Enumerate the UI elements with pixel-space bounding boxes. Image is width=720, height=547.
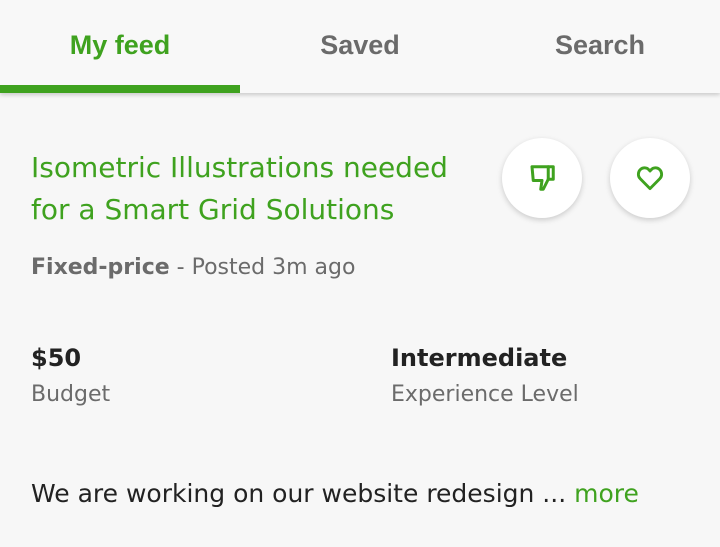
more-link[interactable]: more xyxy=(574,479,639,508)
job-type: Fixed-price xyxy=(31,255,170,280)
budget-value: $50 xyxy=(31,344,82,372)
job-title-line: for a Smart Grid Solutions xyxy=(31,193,395,226)
active-tab-indicator xyxy=(0,85,240,93)
tab-label: My feed xyxy=(69,30,171,60)
posted-time: - Posted 3m ago xyxy=(169,255,356,280)
tab-label: Saved xyxy=(320,30,400,60)
save-job-button[interactable] xyxy=(610,138,690,218)
job-title[interactable]: Isometric Illustrations needed for a Sma… xyxy=(31,147,491,231)
experience-level-stat: Intermediate Experience Level xyxy=(391,343,579,409)
experience-level-value: Intermediate xyxy=(391,344,568,372)
job-description: We are working on our website redesign .… xyxy=(31,479,701,508)
tab-label: Search xyxy=(554,30,646,60)
tab-bar: My feed Saved Search xyxy=(0,0,720,93)
experience-level-label: Experience Level xyxy=(391,382,579,407)
dislike-button[interactable] xyxy=(502,138,582,218)
thumbs-down-icon xyxy=(527,163,557,193)
job-meta: Fixed-price - Posted 3m ago xyxy=(31,255,355,280)
tab-search[interactable]: Search xyxy=(480,0,720,93)
tab-saved[interactable]: Saved xyxy=(240,0,480,93)
heart-icon xyxy=(635,163,665,193)
tab-my-feed[interactable]: My feed xyxy=(0,0,240,93)
budget-label: Budget xyxy=(31,382,111,407)
job-card: Isometric Illustrations needed for a Sma… xyxy=(0,93,720,547)
budget-stat: $50 Budget xyxy=(31,343,110,409)
job-title-line: Isometric Illustrations needed xyxy=(31,151,448,184)
job-description-text: We are working on our website redesign .… xyxy=(31,479,575,508)
